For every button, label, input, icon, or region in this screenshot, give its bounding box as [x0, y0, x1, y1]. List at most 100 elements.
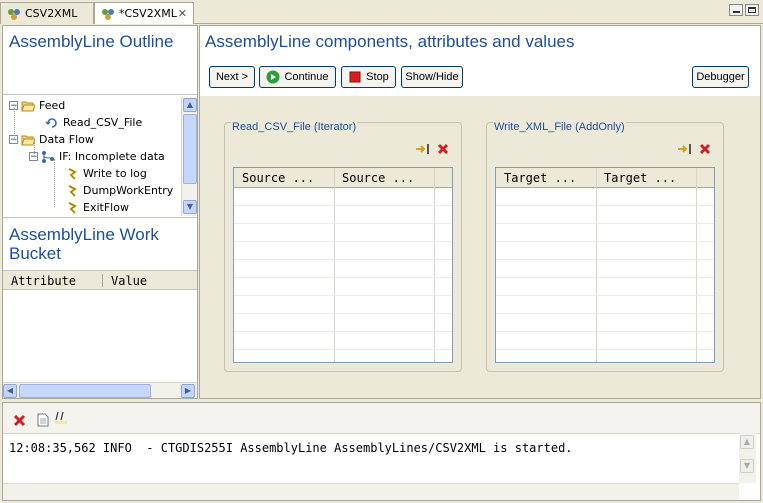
continue-button[interactable]: Continue — [259, 66, 336, 88]
scroll-up-icon[interactable]: ▲ — [740, 435, 754, 449]
assemblyline-icon — [8, 8, 20, 20]
script-icon — [68, 184, 78, 197]
assemblyline-icon — [102, 8, 114, 20]
document-icon[interactable] — [37, 413, 49, 427]
row-line — [234, 205, 452, 206]
show-hide-button[interactable]: Show/Hide — [401, 66, 463, 88]
tab-label: *CSV2XML — [119, 7, 177, 20]
outline-scrollbar[interactable]: ▲ ▼ — [181, 97, 197, 216]
comment-icon[interactable] — [55, 411, 67, 425]
row-line — [496, 313, 714, 314]
delete-icon[interactable] — [699, 143, 711, 155]
main-title: AssemblyLine components, attributes and … — [205, 32, 575, 51]
table-header: Target ... Target ... — [496, 168, 714, 188]
tree-item-feed[interactable]: − Feed — [9, 97, 65, 114]
work-bucket-title: AssemblyLine Work Bucket — [9, 225, 159, 263]
delete-icon[interactable] — [437, 143, 449, 155]
tree-connector — [14, 108, 16, 140]
divider — [3, 217, 197, 218]
row-line — [234, 331, 452, 332]
row-line — [496, 259, 714, 260]
source-attributes-table: Source ... Source ... — [233, 167, 453, 363]
branch-icon — [42, 150, 54, 163]
show-hide-button-label: Show/Hide — [405, 71, 459, 83]
scroll-thumb[interactable] — [19, 384, 151, 398]
column-header-value[interactable]: Value — [111, 274, 147, 288]
clear-console-icon[interactable] — [13, 414, 26, 427]
tree-item-read-csv-file[interactable]: Read_CSV_File — [45, 114, 142, 131]
tree-item-write-to-log[interactable]: Write to log — [65, 165, 147, 182]
row-line — [234, 295, 452, 296]
folder-open-icon — [21, 101, 35, 111]
stop-button[interactable]: Stop — [341, 66, 396, 88]
debugger-button[interactable]: Debugger — [692, 66, 749, 88]
maximize-icon[interactable] — [745, 4, 759, 16]
scroll-down-icon[interactable]: ▼ — [740, 459, 754, 473]
tree-item-data-flow[interactable]: − Data Flow — [9, 131, 94, 148]
column-divider[interactable] — [102, 274, 103, 287]
console-panel: 12:08:35,562 INFO - CTGDIS255I AssemblyL… — [2, 402, 761, 501]
tree-item-label: Feed — [39, 99, 66, 112]
scroll-left-icon[interactable]: ◀ — [3, 384, 17, 398]
main-header: AssemblyLine components, attributes and … — [200, 26, 760, 96]
row-line — [234, 313, 452, 314]
stop-button-label: Stop — [366, 71, 389, 83]
script-icon — [68, 201, 78, 214]
column-divider — [434, 168, 435, 362]
target-attributes-table: Target ... Target ... — [495, 167, 715, 363]
table-header: Source ... Source ... — [234, 168, 452, 188]
scroll-thumb[interactable] — [183, 114, 197, 184]
step-into-icon[interactable] — [415, 143, 431, 155]
tree-item-label: DumpWorkEntry — [83, 184, 174, 197]
row-line — [234, 259, 452, 260]
column-header-target[interactable]: Target ... — [504, 171, 576, 185]
tree-connector — [34, 142, 36, 154]
column-header-attribute[interactable]: Attribute — [11, 274, 76, 288]
folder-open-icon — [21, 135, 35, 145]
step-into-icon[interactable] — [677, 143, 693, 155]
tree-item-label: Write to log — [83, 167, 147, 180]
work-bucket-table-header: Attribute Value — [3, 270, 197, 290]
tree-connector — [54, 159, 56, 207]
outline-title: AssemblyLine Outline — [9, 32, 174, 51]
tree-item-label: Data Flow — [39, 133, 94, 146]
divider — [3, 94, 197, 95]
work-bucket-h-scrollbar[interactable]: ◀ ▶ — [3, 382, 197, 398]
scroll-right-icon[interactable]: ▶ — [181, 384, 195, 398]
tree-item-if-incomplete-data[interactable]: − IF: Incomplete data — [29, 148, 165, 165]
tree-item-label: ExitFlow — [83, 201, 129, 214]
debugger-button-label: Debugger — [696, 71, 745, 83]
column-header-target[interactable]: Target ... — [604, 171, 676, 185]
main-panel: AssemblyLine components, attributes and … — [199, 25, 761, 399]
tab-csv2xml-active[interactable]: *CSV2XML ✕ — [94, 2, 194, 24]
row-line — [234, 241, 452, 242]
scroll-down-icon[interactable]: ▼ — [183, 200, 197, 214]
console-toolbar — [3, 403, 760, 434]
console-v-scrollbar[interactable]: ▲ ▼ — [739, 433, 756, 483]
column-header-source[interactable]: Source ... — [242, 171, 314, 185]
row-line — [234, 349, 452, 350]
scroll-up-icon[interactable]: ▲ — [183, 98, 197, 112]
tree-item-label: IF: Incomplete data — [59, 150, 165, 163]
tab-csv2xml-inactive[interactable]: CSV2XML — [0, 2, 94, 24]
row-line — [496, 241, 714, 242]
script-icon — [68, 167, 78, 180]
component-label: Write_XML_File (AddOnly) — [493, 121, 626, 133]
column-divider — [696, 168, 697, 362]
continue-button-label: Continue — [284, 71, 329, 83]
row-line — [496, 223, 714, 224]
console-h-scrollbar[interactable] — [3, 483, 739, 500]
column-divider — [334, 168, 335, 362]
close-tab-icon[interactable]: ✕ — [178, 7, 187, 20]
iterator-icon — [45, 117, 57, 128]
left-panel: AssemblyLine Outline − Feed Read_CSV_Fil… — [2, 25, 198, 399]
column-header-source[interactable]: Source ... — [342, 171, 414, 185]
tree-item-label: Read_CSV_File — [63, 116, 143, 129]
tree-item-exitflow[interactable]: ExitFlow — [65, 199, 129, 216]
row-line — [234, 223, 452, 224]
editor-tab-bar: CSV2XML *CSV2XML ✕ — [0, 0, 763, 24]
minimize-icon[interactable] — [729, 4, 743, 16]
tree-item-dumpworkentry[interactable]: DumpWorkEntry — [65, 182, 173, 199]
next-button[interactable]: Next > — [209, 66, 255, 88]
component-actions — [415, 143, 449, 155]
